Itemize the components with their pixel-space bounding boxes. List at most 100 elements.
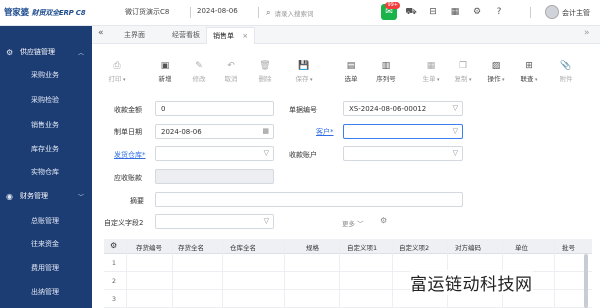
company-name[interactable]: 微订货演示C8 (125, 7, 169, 17)
settings-icon[interactable]: ⚙ (469, 4, 485, 20)
new-button[interactable]: ▣ 新增 (152, 60, 178, 83)
col-header[interactable]: 自定义项2 (399, 242, 429, 252)
tab-sales-order[interactable]: 销售单 × (206, 27, 256, 44)
divider (172, 239, 173, 308)
dropdown-icon[interactable]: ▾ (467, 77, 472, 83)
message-icon[interactable]: ✉ 99+ (381, 2, 400, 20)
close-icon[interactable]: × (242, 32, 248, 40)
edit-button[interactable]: ✎ 修改 (186, 60, 212, 83)
col-header[interactable]: 存货编号 (136, 242, 162, 252)
filter-icon[interactable]: ▽ (264, 149, 269, 157)
sidebar-group-supply-chain[interactable]: ⚙ 供应链管理 ︿ (0, 42, 92, 62)
select-bill-button[interactable]: ▤ 选单 (338, 60, 364, 83)
car-icon[interactable]: ⛟ (403, 4, 419, 20)
cart-icon[interactable]: ⊟ (425, 4, 441, 20)
grid-settings-icon[interactable]: ⚙ (110, 241, 117, 250)
undo-button[interactable]: ↶ 取消 (218, 60, 244, 83)
dropdown-icon[interactable]: ▾ (121, 77, 126, 83)
col-header[interactable]: 规格 (306, 242, 319, 252)
ship-warehouse-label[interactable]: 发货仓库* (114, 150, 146, 160)
more-toggle[interactable]: 更多 ﹀ (342, 218, 364, 228)
custom-field2-field[interactable]: ▽ (155, 214, 274, 229)
filter-icon[interactable]: ▽ (453, 104, 458, 112)
tab-label: 销售单 (213, 32, 234, 40)
col-header[interactable]: 对方编码 (455, 242, 481, 252)
help-icon[interactable]: ? (491, 4, 507, 20)
sidebar-item-sales[interactable]: 销售业务 (0, 114, 92, 136)
sidebar: ⚙ 供应链管理 ︿ 采购业务 采购检验 销售业务 库存业务 实物仓库 ◉ 财务管… (0, 26, 92, 308)
divider (126, 239, 127, 308)
collapse-tabs-icon[interactable]: « (98, 28, 104, 38)
edit-icon: ✎ (195, 61, 203, 71)
expand-tabs-icon[interactable]: » (584, 28, 590, 38)
customer-field[interactable]: ▽ (343, 124, 463, 139)
col-header[interactable]: 批号 (562, 242, 575, 252)
operation-button[interactable]: ▨ 操作 ▾ (483, 60, 509, 83)
ship-warehouse-field[interactable]: ▽ (155, 146, 274, 161)
col-header[interactable]: 自定义项1 (347, 242, 377, 252)
sidebar-item-purchase[interactable]: 采购业务 (0, 64, 92, 86)
collapse-icon: ︿ (77, 49, 84, 57)
customer-label[interactable]: 客户* (316, 127, 334, 137)
calendar-icon[interactable]: ▦ (262, 127, 269, 135)
sidebar-item-inventory[interactable]: 库存业务 (0, 138, 92, 160)
divider (284, 239, 285, 308)
attachment-button[interactable]: 📎 附件 (553, 60, 579, 83)
save-icon: 💾 (298, 61, 310, 71)
sidebar-item-funds[interactable]: 往来资金 (0, 233, 92, 255)
save-button[interactable]: 💾 保存 ▾ (291, 60, 317, 83)
sidebar-item-expenses[interactable]: 费用管理 (0, 257, 92, 279)
dropdown-icon[interactable]: ▾ (500, 77, 505, 83)
printer-button[interactable]: ⎙ 打印 ▾ (104, 60, 130, 83)
toolbar-button-label: 联查 (520, 75, 534, 83)
settings-icon[interactable]: ⚙ (380, 216, 387, 225)
serial-button[interactable]: ▥ 序列号 (373, 60, 399, 83)
tab-bar: « 主界面 经营看板 销售单 × » (92, 26, 600, 44)
generate-icon: ▦ (426, 61, 436, 71)
col-header[interactable]: 单位 (515, 242, 528, 252)
brand-logo: 管家婆 财贸双全ERP C8 (4, 8, 86, 18)
receive-account-field[interactable]: ▽ (343, 146, 463, 161)
sidebar-item-ledger[interactable]: 总账管理 (0, 210, 92, 232)
sidebar-item-warehouse[interactable]: 实物仓库 (0, 161, 92, 183)
dropdown-icon[interactable]: ▾ (435, 77, 440, 83)
toolbar-button-label: 序列号 (376, 75, 396, 83)
row-number: 1 (111, 259, 117, 267)
new-icon: ▣ (160, 61, 170, 71)
filter-icon[interactable]: ▽ (453, 127, 458, 135)
top-icon-group: ✉ 99+ ⛟ ⊟ ▦ ⚙ ? (381, 2, 507, 20)
dropdown-icon[interactable]: ▾ (533, 77, 538, 83)
copy-button[interactable]: ❐ 复制 ▾ (450, 60, 476, 83)
attachment-icon: 📎 (560, 61, 572, 71)
sidebar-group-finance[interactable]: ◉ 财务管理 ﹀ (0, 186, 92, 206)
avatar[interactable] (545, 5, 559, 19)
chart-icon[interactable]: ▦ (447, 4, 463, 20)
summary-field[interactable] (155, 192, 463, 207)
received-amount-field[interactable]: 0 (155, 101, 274, 116)
row-number: 2 (111, 277, 117, 285)
expand-icon: ﹀ (77, 193, 84, 201)
dropdown-icon[interactable]: ▾ (308, 77, 313, 83)
search-input[interactable]: 请录入搜索词 (274, 8, 313, 18)
filter-icon[interactable]: ▽ (264, 217, 269, 225)
sidebar-item-purchase-inspection[interactable]: 采购检验 (0, 89, 92, 111)
bill-no-field[interactable]: XS-2024-08-06-00012 ▽ (343, 101, 463, 116)
col-header[interactable]: 存货全名 (178, 242, 204, 252)
serial-icon: ▥ (381, 61, 391, 71)
col-header[interactable]: 仓库全名 (230, 242, 256, 252)
bill-date-field[interactable]: 2024-08-06 ▦ (155, 124, 274, 139)
link-query-button[interactable]: ⊞ 联查 ▾ (516, 60, 542, 83)
divider (190, 7, 191, 18)
divider (392, 239, 393, 308)
generate-button[interactable]: ▦ 生单 ▾ (418, 60, 444, 83)
tab-dashboard[interactable]: 经营看板 (172, 30, 200, 40)
sidebar-item-cashier[interactable]: 出纳管理 (0, 281, 92, 303)
scrollbar[interactable] (584, 254, 588, 308)
trash-button[interactable]: 🗑 删除 (252, 60, 278, 83)
search-box[interactable]: ⌕ 请录入搜索词 (266, 6, 376, 20)
received-amount-label: 收款金额 (114, 106, 142, 114)
filter-icon[interactable]: ▽ (453, 149, 458, 157)
tab-main[interactable]: 主界面 (124, 30, 145, 40)
divider (530, 7, 531, 18)
user-name[interactable]: 会计主管 (562, 8, 590, 18)
